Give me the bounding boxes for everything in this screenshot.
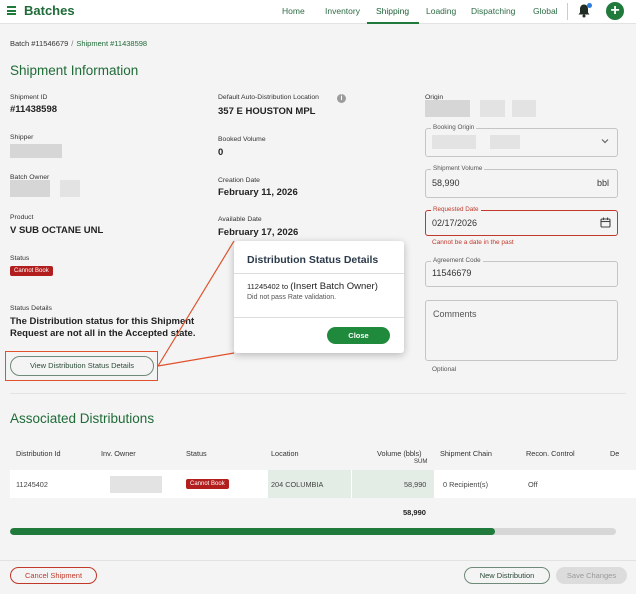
modal-divider-2 [234,317,404,318]
annotation-line-bottom [157,352,235,367]
modal-distribution-id: 11245402 to [247,282,289,291]
modal-message: Did not pass Rate validation. [247,294,337,301]
modal-title: Distribution Status Details [247,254,379,266]
modal-annotation-text: (Insert Batch Owner) [290,281,378,292]
modal-distribution-line: 11245402 to (Insert Batch Owner) [247,281,378,292]
modal-close-button[interactable]: Close [327,327,390,344]
modal-divider [234,273,404,274]
annotation-line-top [157,240,235,367]
distribution-status-modal: Distribution Status Details 11245402 to … [234,241,404,353]
